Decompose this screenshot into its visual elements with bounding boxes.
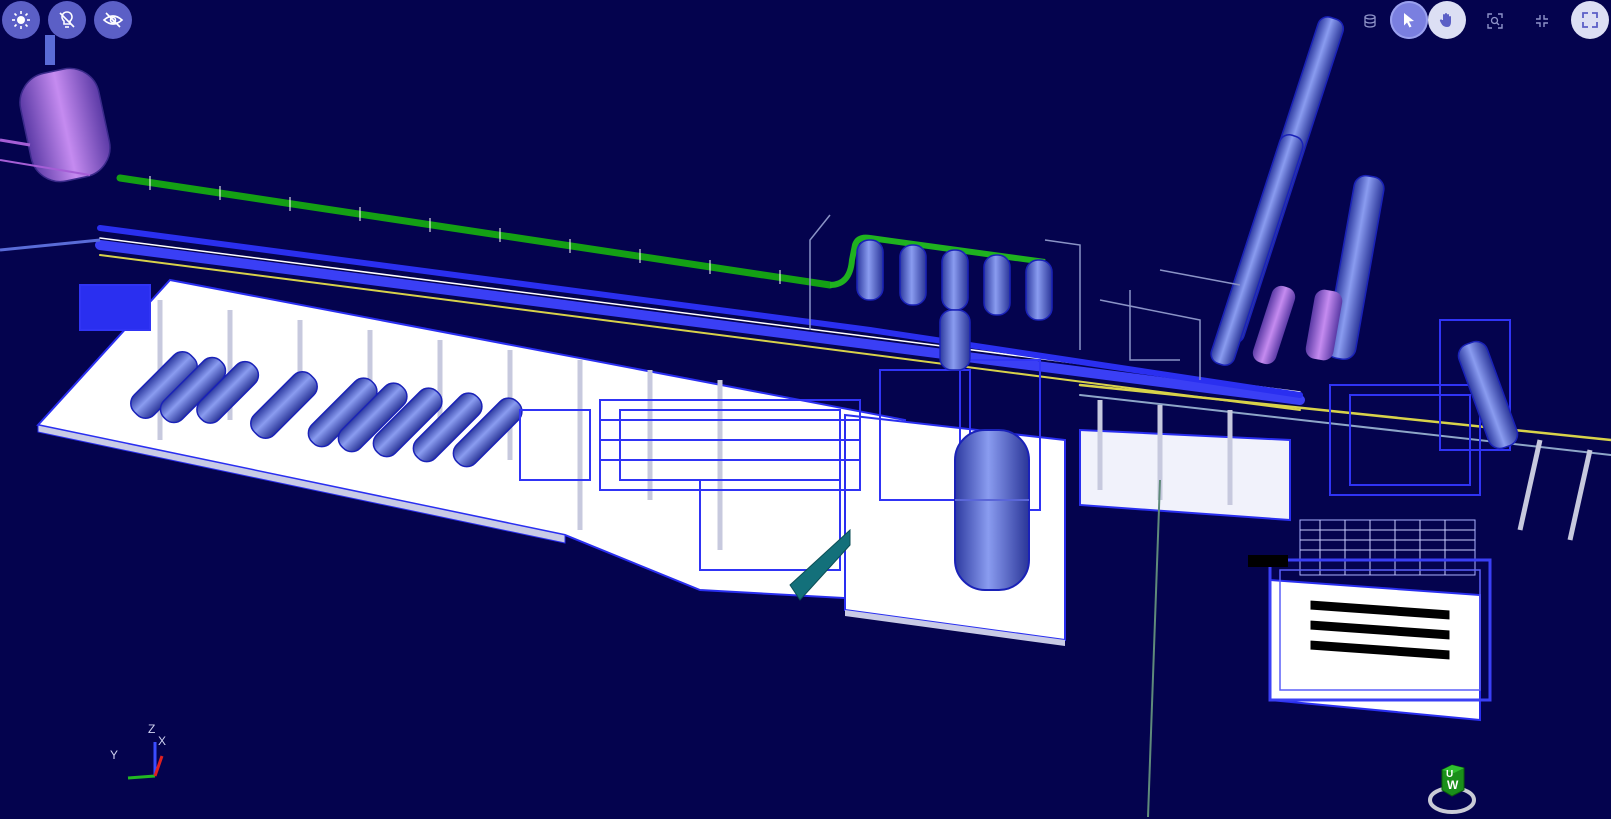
layers-icon [1364, 14, 1376, 28]
view-cube[interactable]: U W [1428, 760, 1480, 814]
select-mode-button[interactable] [1390, 1, 1428, 39]
hand-icon [1439, 13, 1451, 27]
collapse-button[interactable] [1527, 6, 1557, 36]
zoom-fit-button[interactable] [1480, 6, 1510, 36]
x-axis-label: X [158, 734, 167, 748]
platform-right-skid [1248, 519, 1492, 722]
vertical-vessel [954, 429, 1030, 591]
shrink-icon [1536, 15, 1548, 27]
sun-icon [12, 11, 30, 29]
z-axis-label: Z [148, 722, 156, 736]
vertical-drain-line [1147, 479, 1161, 817]
reactor-top-left [0, 35, 111, 252]
pan-mode-button[interactable] [1428, 1, 1466, 39]
axis-triad: Z X Y [110, 722, 170, 788]
bulb-off-icon [59, 11, 75, 28]
y-axis-label: Y [110, 748, 119, 762]
plant-model[interactable] [0, 0, 1611, 817]
eye-off-icon [102, 12, 124, 28]
zoom-box-icon [1487, 13, 1503, 29]
model-tree-button[interactable] [1355, 6, 1385, 36]
expand-icon [1582, 12, 1598, 28]
lighting-button[interactable] [2, 1, 40, 39]
visibility-button[interactable] [94, 1, 132, 39]
light-off-button[interactable] [48, 1, 86, 39]
3d-viewport[interactable]: Z X Y U W [0, 0, 1611, 817]
cursor-icon [1404, 13, 1414, 28]
fullscreen-button[interactable] [1571, 1, 1609, 39]
view-cube-face-label[interactable]: W [1447, 778, 1458, 792]
